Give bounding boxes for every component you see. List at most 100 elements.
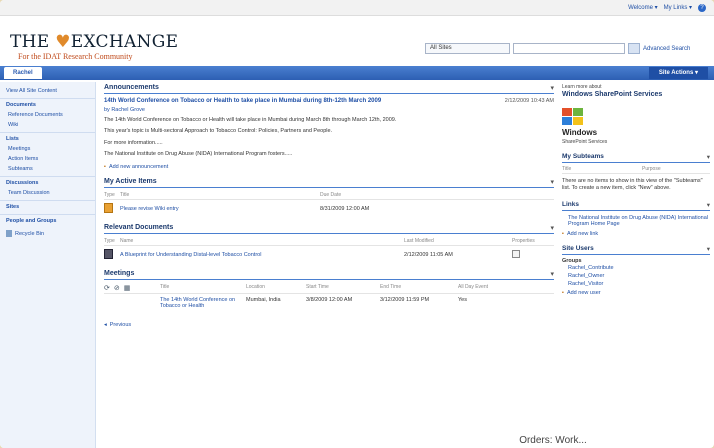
sidebar-head-documents[interactable]: Documents	[0, 98, 95, 110]
workspace-icon: ▦	[123, 284, 131, 292]
group-item[interactable]: Rachel_Visitor	[562, 280, 710, 288]
sidebar-item-meetings[interactable]: Meetings	[0, 144, 95, 154]
column-header[interactable]: Properties	[512, 238, 535, 244]
webpart-menu-icon[interactable]: ▾	[550, 84, 554, 92]
previous-link[interactable]: ◂ Previous	[104, 322, 554, 328]
site-users-title[interactable]: Site Users	[562, 245, 594, 253]
webpart-menu-icon[interactable]: ▾	[550, 270, 554, 278]
view-all-content-link[interactable]: View All Site Content	[0, 86, 95, 96]
meetings-title[interactable]: Meetings	[104, 270, 134, 278]
right-column: Learn more about Windows SharePoint Serv…	[562, 84, 710, 444]
announcement-para: The 14th World Conference on Tobacco or …	[104, 117, 397, 123]
sidebar-head-sites[interactable]: Sites	[0, 200, 95, 212]
sidebar-item-action-items[interactable]: Action Items	[0, 154, 95, 164]
active-items-columns: Type Title Due Date	[104, 192, 554, 200]
top-bar: Welcome ▾ My Links ▾ ?	[0, 0, 714, 16]
document-icon	[104, 248, 113, 259]
task-icon	[104, 202, 113, 213]
my-links-menu[interactable]: My Links ▾	[664, 4, 692, 12]
webpart-menu-icon[interactable]: ▾	[707, 245, 710, 253]
overlay-caption: Orders: Work...	[398, 432, 708, 448]
links-header: Links ▾	[562, 201, 710, 211]
sidebar-item-reference-docs[interactable]: Reference Documents	[0, 110, 95, 120]
welcome-menu[interactable]: Welcome ▾	[628, 4, 658, 12]
meetings-columns: ⟳ ⊘ ▦ Title Location Start Time End Time…	[104, 284, 554, 294]
subteams-title[interactable]: My Subteams	[562, 153, 604, 161]
sidebar-item-wiki[interactable]: Wiki	[0, 120, 95, 130]
tab-rachel[interactable]: Rachel	[4, 67, 42, 79]
add-icon: ▪	[104, 163, 106, 170]
column-header[interactable]: Title	[562, 166, 642, 172]
announcement-date: 2/12/2009 10:43 AM	[504, 98, 554, 104]
add-link-link[interactable]: ▪ Add new link	[562, 231, 710, 237]
column-header[interactable]: Title	[160, 284, 246, 292]
sidebar-item-team-discussion[interactable]: Team Discussion	[0, 188, 95, 198]
webpart-menu-icon[interactable]: ▾	[707, 153, 710, 161]
search-scope-dropdown[interactable]: All Sites	[425, 43, 510, 54]
recurrence-icon: ⟳	[104, 284, 110, 292]
column-header[interactable]: Last Modified	[404, 238, 512, 244]
announcements-header: Announcements ▾	[104, 84, 554, 94]
search-area: All Sites Advanced Search	[425, 43, 690, 54]
active-items-title[interactable]: My Active Items	[104, 178, 157, 186]
site-actions-button[interactable]: Site Actions ▾	[648, 67, 708, 79]
column-header[interactable]: Start Time	[306, 284, 380, 292]
webpart-menu-icon[interactable]: ▾	[550, 178, 554, 186]
announcement-para: This year's topic is Multi-sectoral Appr…	[104, 128, 333, 135]
column-header[interactable]: Purpose	[642, 166, 661, 172]
sidebar-head-lists[interactable]: Lists	[0, 132, 95, 144]
main-content: Announcements ▾ 14th World Conference on…	[104, 84, 554, 448]
link-item[interactable]: The National Institute on Drug Abuse (NI…	[562, 214, 710, 228]
webpart-menu-icon[interactable]: ▾	[707, 201, 710, 209]
search-input[interactable]	[513, 43, 625, 54]
column-header[interactable]: Due Date	[320, 192, 341, 198]
sharepoint-window: Welcome ▾ My Links ▾ ? THE ♥EXCHANGE For…	[0, 0, 714, 448]
group-item[interactable]: Rachel_Contribute	[562, 264, 710, 272]
column-header[interactable]: End Time	[380, 284, 458, 292]
active-item-title[interactable]: Please revise Wiki entry	[120, 206, 320, 212]
properties-icon[interactable]	[512, 249, 520, 258]
logo-heart-icon: ♥	[55, 32, 71, 52]
announcement-title-link[interactable]: 14th World Conference on Tobacco or Heal…	[104, 98, 384, 104]
subteams-header: My Subteams ▾	[562, 153, 710, 163]
advanced-search-link[interactable]: Advanced Search	[643, 46, 690, 52]
sidebar-head-people[interactable]: People and Groups	[0, 214, 95, 226]
add-user-link[interactable]: ▪ Add new user	[562, 290, 710, 296]
sidebar-head-discussions[interactable]: Discussions	[0, 176, 95, 188]
windows-logo[interactable]: Windows SharePoint Services	[562, 108, 710, 145]
meeting-start: 3/8/2009 12:00 AM	[306, 296, 353, 303]
add-announcement-link[interactable]: ▪ Add new announcement	[104, 164, 554, 170]
previous-label: Previous	[109, 321, 132, 328]
wss-title: Windows SharePoint Services	[562, 91, 663, 98]
table-row: The 14th World Conference on Tobacco or …	[104, 294, 554, 312]
announcement-para: For more information.....	[104, 139, 163, 146]
sidebar-item-subteams[interactable]: Subteams	[0, 164, 95, 174]
group-item[interactable]: Rachel_Owner	[562, 272, 710, 280]
links-title[interactable]: Links	[562, 201, 579, 209]
active-item-due: 8/31/2009 12:00 AM	[320, 205, 370, 212]
help-icon[interactable]: ?	[698, 4, 706, 12]
column-header[interactable]: Name	[120, 238, 404, 244]
document-modified: 2/12/2009 11:05 AM	[404, 251, 453, 258]
meeting-icons: ⟳ ⊘ ▦	[104, 284, 160, 292]
announcement-author[interactable]: by Rachel Grove	[104, 107, 554, 113]
logo-text-right: EXCHANGE	[70, 32, 179, 52]
recycle-bin-link[interactable]: Recycle Bin	[0, 226, 95, 241]
subteams-empty-text: There are no items to show in this view …	[562, 178, 703, 192]
announcements-title[interactable]: Announcements	[104, 84, 159, 92]
table-row: A Blueprint for Understanding Distal-lev…	[104, 246, 554, 264]
column-header[interactable]: Type	[104, 238, 120, 244]
search-go-button[interactable]	[628, 43, 640, 54]
column-header[interactable]: Title	[120, 192, 320, 198]
site-users-header: Site Users ▾	[562, 245, 710, 255]
meeting-title[interactable]: The 14th World Conference on Tobacco or …	[160, 297, 246, 309]
column-header[interactable]: All Day Event	[458, 284, 488, 292]
site-logo[interactable]: THE ♥EXCHANGE	[10, 32, 178, 52]
column-header[interactable]: Type	[104, 192, 120, 198]
announcement-item: 14th World Conference on Tobacco or Heal…	[104, 98, 554, 104]
webpart-menu-icon[interactable]: ▾	[550, 224, 554, 232]
column-header[interactable]: Location	[246, 284, 306, 292]
relevant-docs-title[interactable]: Relevant Documents	[104, 224, 173, 232]
windows-subtitle: SharePoint Services	[562, 139, 608, 145]
document-name[interactable]: A Blueprint for Understanding Distal-lev…	[120, 252, 404, 258]
